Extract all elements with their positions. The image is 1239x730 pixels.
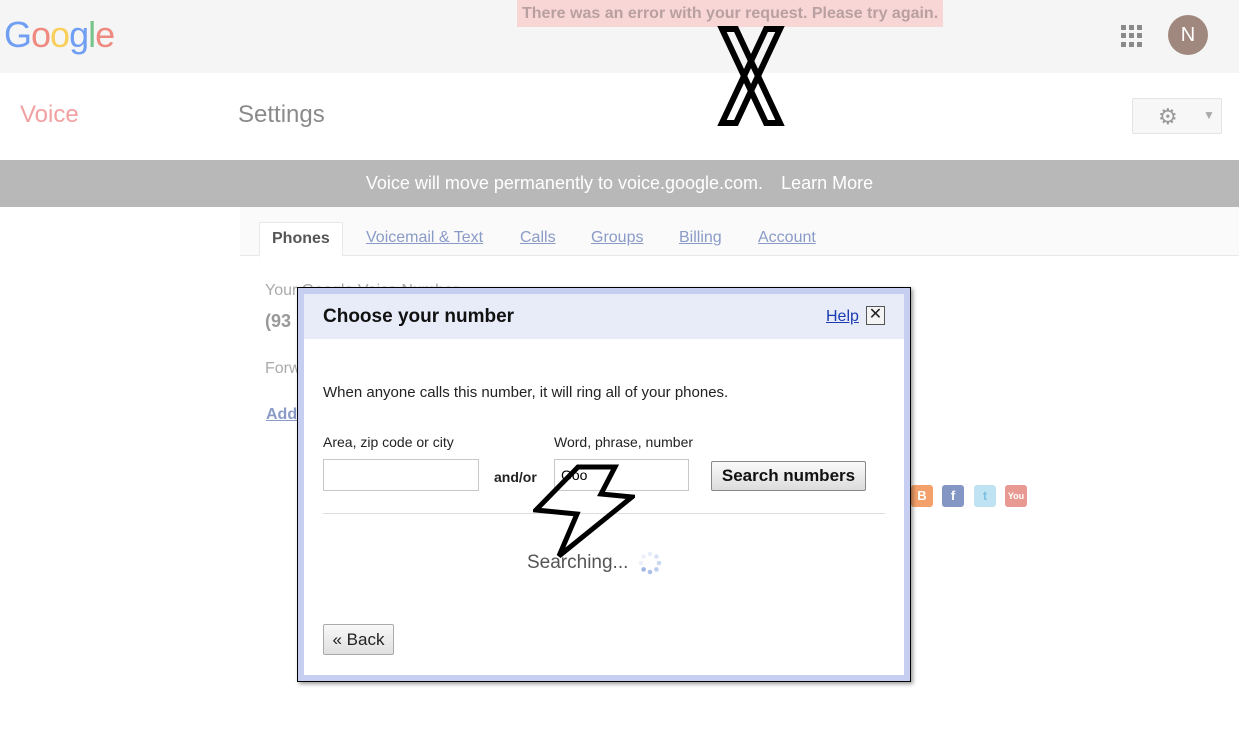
- google-voice-number: (93: [265, 311, 292, 331]
- logo-letter: l: [88, 14, 96, 55]
- dialog-description: When anyone calls this number, it will r…: [323, 384, 729, 401]
- close-icon[interactable]: ✕: [866, 306, 885, 325]
- tab-phones[interactable]: Phones: [259, 222, 343, 257]
- add-phone-link[interactable]: Add: [266, 406, 297, 424]
- migration-message: Voice will move permanently to voice.goo…: [365, 173, 764, 193]
- tab-voicemail-text[interactable]: Voicemail & Text: [366, 229, 483, 247]
- youtube-icon[interactable]: You: [1005, 485, 1027, 507]
- blogger-icon[interactable]: B: [911, 485, 933, 507]
- tab-account[interactable]: Account: [758, 229, 816, 247]
- search-numbers-button[interactable]: Search numbers: [711, 461, 866, 491]
- apps-grid-icon[interactable]: [1121, 25, 1143, 47]
- settings-tabs: Phones Voicemail & Text Calls Groups Bil…: [240, 207, 1239, 257]
- page-title: Settings: [238, 101, 325, 128]
- chevron-down-icon: ▼: [1203, 108, 1215, 122]
- forwarding-label: Forw: [265, 360, 301, 377]
- product-title[interactable]: Voice: [20, 101, 79, 129]
- word-label: Word, phrase, number: [554, 434, 694, 450]
- tab-billing[interactable]: Billing: [679, 229, 722, 247]
- avatar[interactable]: N: [1168, 15, 1208, 55]
- dialog-title: Choose your number: [323, 306, 515, 327]
- lightning-bolt-icon: [533, 464, 635, 558]
- logo-letter: e: [95, 14, 115, 55]
- error-x-icon: [717, 26, 785, 126]
- tab-calls[interactable]: Calls: [520, 229, 556, 247]
- area-label: Area, zip code or city: [323, 434, 454, 450]
- dialog-header: Choose your number Help ✕: [304, 294, 904, 339]
- error-banner: There was an error with your request. Pl…: [517, 0, 944, 27]
- help-link[interactable]: Help: [826, 308, 859, 326]
- logo-letter: G: [4, 14, 32, 55]
- learn-more-link[interactable]: Learn More: [781, 173, 873, 193]
- loading-spinner-icon: [638, 551, 662, 575]
- logo-letter: g: [69, 14, 89, 55]
- top-bar: Google There was an error with your requ…: [0, 0, 1239, 73]
- twitter-icon[interactable]: t: [974, 485, 996, 507]
- google-logo[interactable]: Google: [4, 14, 115, 56]
- migration-banner: Voice will move permanently to voice.goo…: [0, 160, 1239, 207]
- tab-groups[interactable]: Groups: [591, 229, 643, 247]
- facebook-icon[interactable]: f: [942, 485, 964, 507]
- gear-icon: ⚙: [1158, 104, 1178, 129]
- back-button[interactable]: « Back: [323, 624, 394, 655]
- and-or-label: and/or: [494, 469, 537, 485]
- settings-menu-button[interactable]: ⚙ ▼: [1132, 98, 1222, 134]
- sub-header: Voice Settings ⚙ ▼: [0, 73, 1239, 160]
- logo-letter: o: [50, 14, 70, 55]
- logo-letter: o: [31, 14, 51, 55]
- area-input[interactable]: [323, 459, 479, 491]
